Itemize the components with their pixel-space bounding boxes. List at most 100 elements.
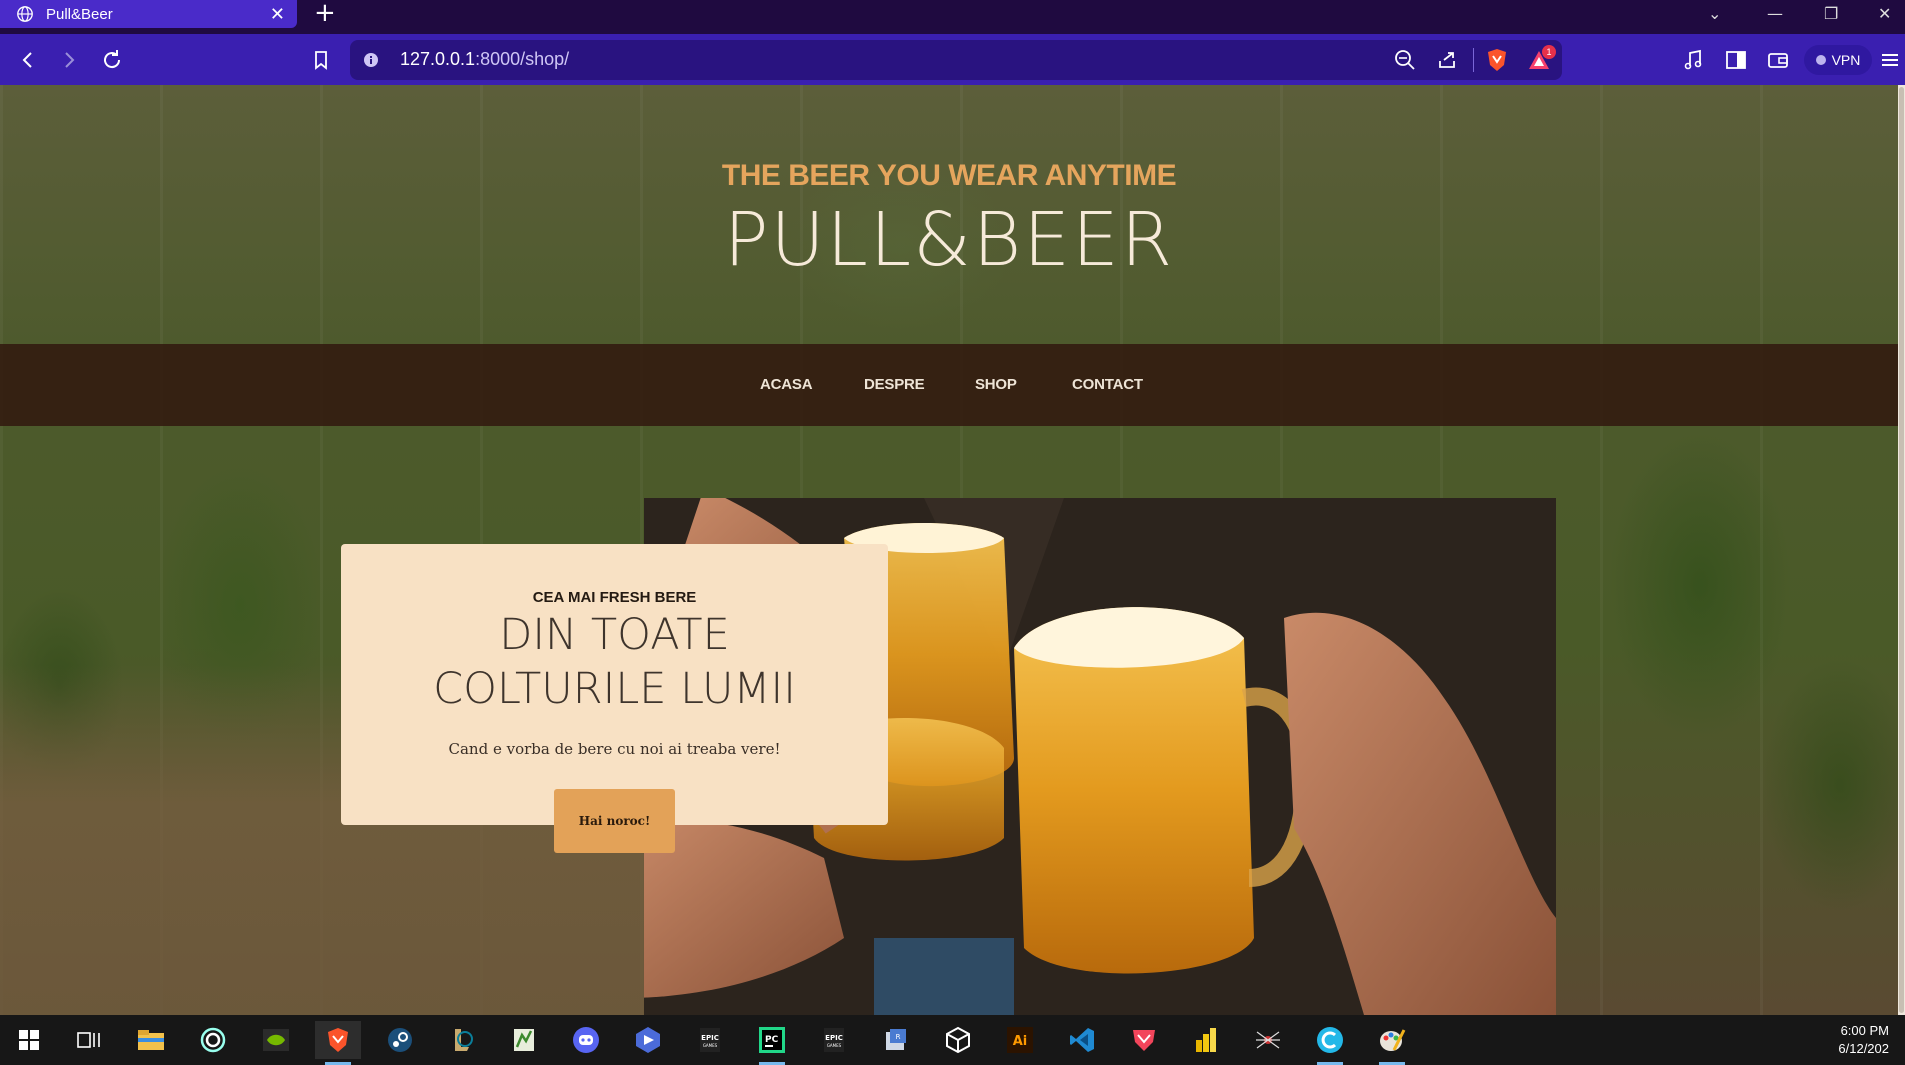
taskbar-epic-games-2[interactable]: EPIC GAMES [811,1021,857,1059]
main-nav: ACASA DESPRE SHOP CONTACT [0,344,1898,426]
browser-tab-strip: Pull&Beer ✕ + ⌄ — ❐ ✕ [0,0,1905,34]
start-button[interactable] [6,1021,52,1059]
svg-text:R: R [896,1033,901,1041]
restore-icon[interactable]: ❐ [1824,4,1838,23]
url-host: 127.0.0.1 [400,49,476,69]
taskbar-app-18[interactable] [1121,1021,1167,1059]
svg-text:GAMES: GAMES [827,1043,842,1048]
taskbar-power-bi[interactable] [1183,1021,1229,1059]
nav-item-acasa[interactable]: ACASA [760,376,813,393]
vpn-button[interactable]: VPN [1804,45,1872,75]
taskbar-canva[interactable] [1307,1021,1353,1065]
taskbar-virtualbox[interactable]: R [873,1021,919,1059]
taskbar-file-explorer[interactable] [128,1021,174,1059]
brave-shields-icon[interactable] [1486,48,1508,72]
menu-icon[interactable] [1880,50,1900,70]
canva-icon [1317,1027,1343,1053]
taskbar-pycharm[interactable]: PC [749,1021,795,1065]
taskbar-app-2[interactable] [190,1021,236,1059]
virtualbox-icon: R [886,1029,906,1050]
task-view-button[interactable] [66,1021,112,1059]
paint-icon [1380,1029,1406,1051]
bookmark-icon[interactable] [309,48,333,72]
feature-title-line-2: COLTURILE LUMII [433,664,796,714]
globe-icon [17,6,33,22]
svg-text:GAMES: GAMES [703,1043,718,1048]
pycharm-icon: PC [759,1027,785,1053]
taskbar-nvidia[interactable] [253,1021,299,1059]
power-bi-icon [1196,1028,1216,1052]
back-icon[interactable] [16,48,40,72]
discord-icon [573,1027,599,1053]
feature-card: CEA MAI FRESH BERE DIN TOATE COLTURILE L… [341,544,888,825]
nav-item-contact[interactable]: CONTACT [1072,376,1143,393]
forward-icon[interactable] [57,48,81,72]
taskbar-app-10[interactable] [625,1021,671,1059]
app-icon [636,1027,660,1053]
feature-text: Cand e vorba de bere cu noi ai treaba ve… [448,740,781,758]
nav-item-despre[interactable]: DESPRE [864,376,925,393]
illustrator-icon: Ai [1007,1027,1033,1053]
nvidia-icon [263,1029,289,1051]
page-scrollbar[interactable] [1898,85,1905,1015]
minimize-icon[interactable]: — [1767,4,1783,23]
svg-text:EPIC: EPIC [825,1034,843,1042]
toolbar-divider [1473,48,1474,72]
system-clock[interactable]: 6:00 PM 6/12/202 [1838,1022,1889,1058]
tab-search-icon[interactable]: ⌄ [1708,4,1721,23]
start-icon [19,1030,39,1050]
vpn-status-icon [1815,55,1826,65]
sidebar-icon[interactable] [1725,49,1747,71]
alert-badge: 1 [1542,45,1556,59]
music-icon[interactable] [1682,49,1704,71]
android-studio-icon [514,1029,534,1051]
browser-tab-active[interactable]: Pull&Beer ✕ [0,0,297,28]
league-icon [455,1029,473,1051]
zoom-icon[interactable] [1394,49,1416,71]
scrollbar-thumb[interactable] [1899,87,1904,1013]
tab-title: Pull&Beer [46,5,113,23]
task-view-icon [77,1032,100,1048]
epic-games-icon: EPICGAMES [700,1028,720,1052]
wallet-icon[interactable] [1767,49,1789,71]
url-path: :8000/shop/ [475,49,570,69]
vpn-label: VPN [1831,52,1861,68]
url-text[interactable]: 127.0.0.1:8000/shop/ [400,49,569,70]
hero-tagline: THE BEER YOU WEAR ANYTIME [721,159,1177,192]
windows-taskbar: EPIC GAMES PC EPIC GAMES R Ai 6:00 PM 6/12… [0,1015,1905,1065]
reload-icon[interactable] [100,48,124,72]
close-tab-icon[interactable]: ✕ [270,4,285,25]
svg-text:Ai: Ai [1013,1034,1028,1049]
share-icon[interactable] [1436,49,1458,71]
vscode-icon [1070,1028,1094,1052]
cheers-button[interactable]: Hai noroc! [554,789,675,853]
taskbar-android-studio[interactable] [501,1021,547,1059]
taskbar-app-20[interactable] [1245,1021,1291,1059]
feature-kicker: CEA MAI FRESH BERE [532,589,697,606]
hero-title: PULL&BEER [723,197,1175,283]
browser-icon [200,1027,226,1053]
taskbar-vscode[interactable] [1059,1021,1105,1059]
taskbar-unity[interactable] [935,1021,981,1059]
clock-date: 6/12/202 [1838,1041,1889,1056]
taskbar-steam[interactable] [377,1021,423,1059]
new-tab-button[interactable]: + [314,0,336,26]
taskbar-league[interactable] [439,1021,485,1059]
site-info-icon[interactable] [363,52,379,68]
feature-title-line-1: DIN TOATE [499,610,730,660]
svg-text:EPIC: EPIC [701,1034,719,1042]
nav-item-shop[interactable]: SHOP [975,376,1017,393]
taskbar-paint[interactable] [1369,1021,1415,1065]
epic-games-icon: EPICGAMES [824,1028,844,1052]
close-window-icon[interactable]: ✕ [1878,4,1891,23]
spider-icon [1256,1031,1280,1049]
unity-icon [946,1026,970,1054]
taskbar-brave[interactable] [315,1021,361,1065]
file-explorer-icon [138,1030,164,1050]
taskbar-discord[interactable] [563,1021,609,1059]
clock-time: 6:00 PM [1840,1023,1889,1038]
taskbar-illustrator[interactable]: Ai [997,1021,1043,1059]
shield-icon [1133,1030,1155,1051]
steam-icon [388,1028,412,1052]
taskbar-epic-games[interactable]: EPIC GAMES [687,1021,733,1059]
